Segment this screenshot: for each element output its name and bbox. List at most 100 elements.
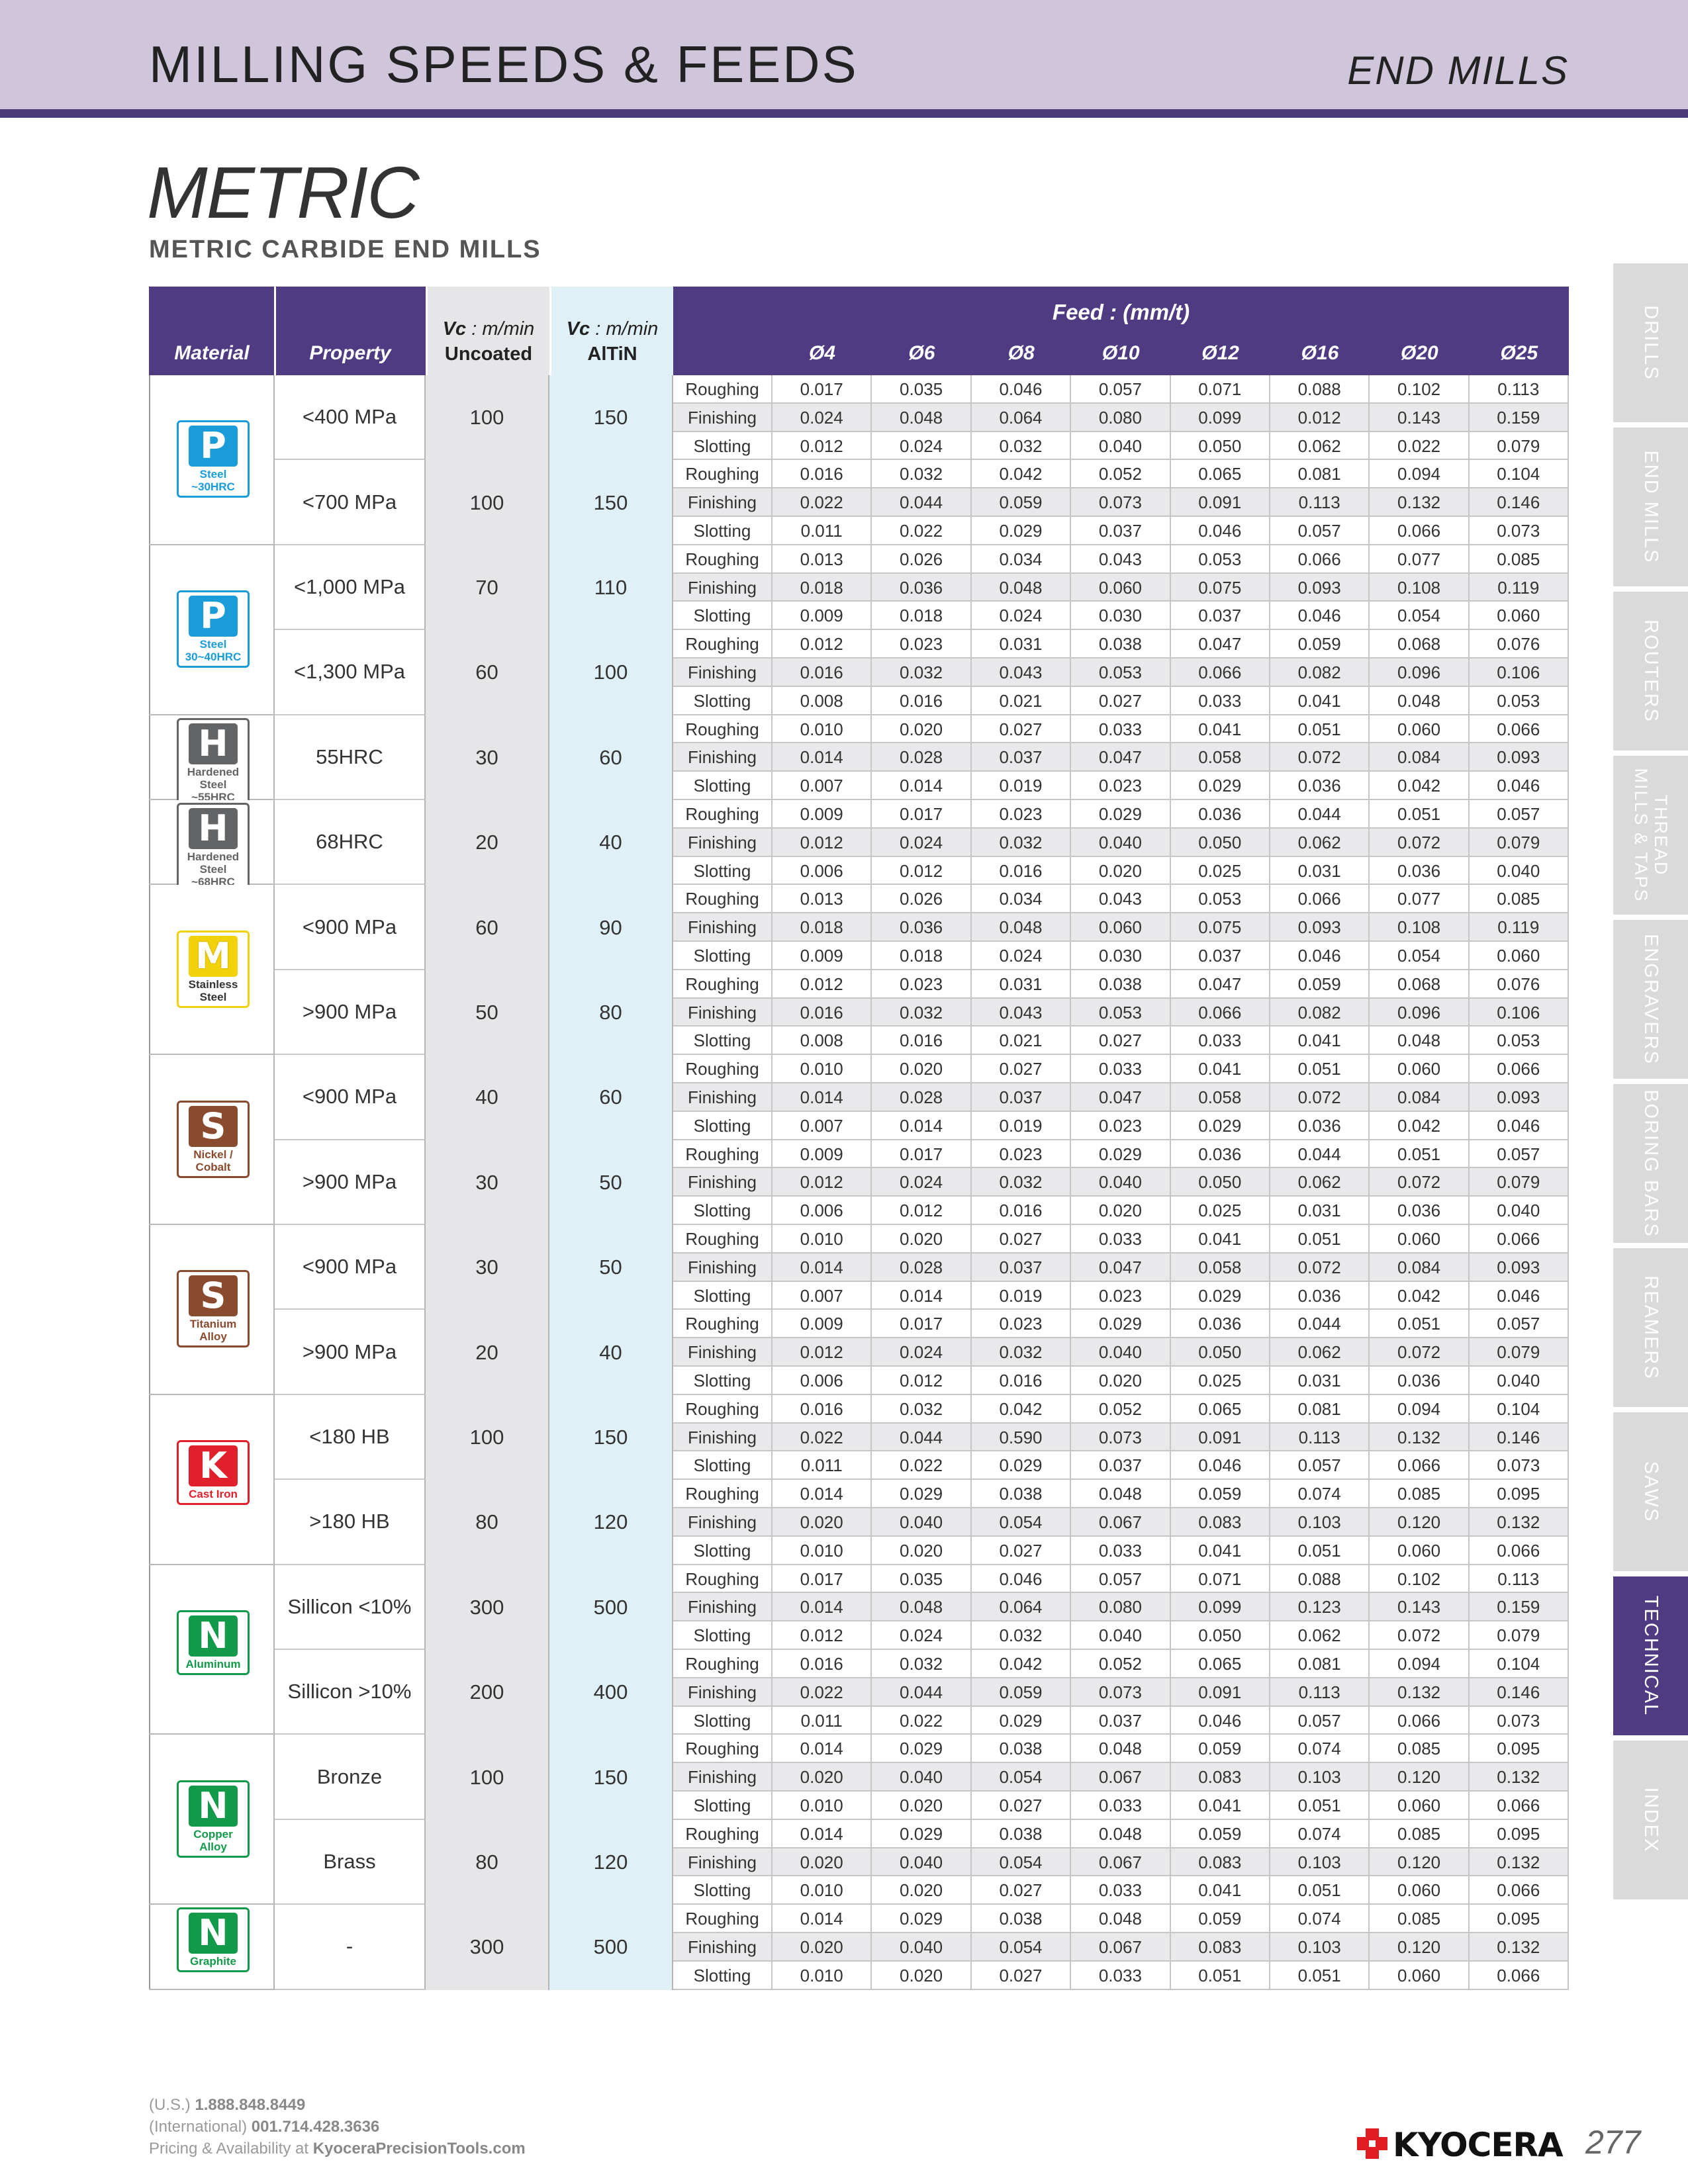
vc-altin-cell: 150 [549,375,673,461]
feed-value-cell: 0.019 [972,1281,1072,1309]
feed-value-cell: 0.032 [972,432,1072,459]
feed-value-cell: 0.066 [1370,1451,1470,1479]
n-graphite-badge-icon: N Graphite [177,1907,250,1973]
vc-uncoated-cell: 200 [426,1649,549,1735]
feed-value-cell: 0.059 [1171,1480,1270,1507]
table-row: Roughing 0.013 0.026 0.034 0.043 0.053 0.066 0.… [673,885,1569,914]
property-column-header: Property [309,342,391,364]
feed-value-cell: 0.066 [1370,1706,1470,1734]
table-row: Slotting 0.009 0.018 0.024 0.030 0.037 0.046 0.… [673,602,1569,631]
feed-value-cell: 0.071 [1171,1565,1270,1592]
side-tab-reamers[interactable]: REAMERS [1613,1248,1688,1407]
side-tab-label: BORING BARS [1640,1089,1662,1238]
feed-value-cell: 0.058 [1171,743,1270,771]
operation-cell: Slotting [673,856,773,884]
feed-value-cell: 0.022 [773,488,872,516]
side-tab-saws[interactable]: SAWS [1613,1412,1688,1571]
operation-cell: Roughing [673,375,773,402]
header-section-label: END MILLS [1347,48,1569,93]
table-row: Slotting 0.011 0.022 0.029 0.037 0.046 0.057 0.… [673,1706,1569,1735]
feed-value-cell: 0.048 [1370,1026,1470,1054]
operation-cell: Slotting [673,1961,773,1989]
feed-value-cell: 0.074 [1270,1735,1370,1762]
feed-value-cell: 0.067 [1071,1763,1171,1790]
us-prefix: (U.S.) [149,2096,191,2114]
feed-value-cell: 0.022 [773,1423,872,1451]
feed-value-cell: 0.059 [972,488,1072,516]
feed-value-cell: 0.051 [1270,715,1370,743]
property-block: >180 HB 80 120 Roughing 0.014 0.029 0.038 0.048… [275,1480,1569,1565]
feed-value-cell: 0.048 [872,403,972,431]
feed-value-cell: 0.033 [1171,1026,1270,1054]
material-cell: S Nickel / Cobalt [149,1055,275,1224]
feed-value-cell: 0.079 [1470,828,1569,856]
table-row: Slotting 0.012 0.024 0.032 0.040 0.050 0.062 0.… [673,432,1569,461]
feed-value-cell: 0.041 [1171,1536,1270,1564]
material-label: Aluminum [185,1657,241,1670]
feed-value-cell: 0.036 [1171,1140,1270,1167]
feed-value-cell: 0.037 [1171,941,1270,969]
operation-cell: Slotting [673,1876,773,1904]
property-cell: <1,000 MPa [275,545,426,631]
material-cell: S Titanium Alloy [149,1225,275,1394]
feed-value-cell: 0.076 [1470,630,1569,657]
material-label: Steel 30~40HRC [185,638,242,664]
feed-value-cell: 0.032 [972,828,1072,856]
side-tab-technical[interactable]: TECHNICAL [1613,1576,1688,1735]
operation-cell: Roughing [673,885,773,913]
feed-value-cell: 0.077 [1370,545,1470,572]
table-row: Slotting 0.010 0.020 0.027 0.033 0.041 0.051 0.… [673,1876,1569,1905]
material-cell: N Graphite [149,1905,275,1989]
feed-value-cell: 0.048 [972,573,1072,601]
material-letter: P [189,426,238,467]
feed-value-cell: 0.088 [1270,375,1370,402]
side-tab-engravers[interactable]: ENGRAVERS [1613,920,1688,1079]
material-letter: P [189,596,238,637]
p-steel-badge-icon: P Steel 30~40HRC [177,590,250,668]
operation-cell: Roughing [673,1225,773,1252]
vc-uncoated-cell: 50 [426,970,549,1056]
vc-unit: : m/min [595,318,659,340]
feed-value-cell: 0.012 [1270,403,1370,431]
vc-uncoated-cell: 30 [426,715,549,800]
feed-value-cell: 0.053 [1171,885,1270,913]
kyocera-logo: KYOCERA [1357,2124,1564,2164]
feed-value-cell: 0.083 [1171,1848,1270,1876]
feed-value-cell: 0.108 [1370,913,1470,940]
feed-value-cell: 0.018 [872,602,972,629]
side-tab-boring-bars[interactable]: BORING BARS [1613,1084,1688,1243]
table-row: Slotting 0.007 0.014 0.019 0.023 0.029 0.036 0.… [673,1281,1569,1310]
feed-value-cell: 0.034 [972,885,1072,913]
side-tab-routers[interactable]: ROUTERS [1613,592,1688,751]
feed-value-cell: 0.073 [1071,1678,1171,1706]
feed-value-cell: 0.040 [1071,1338,1171,1365]
feed-value-cell: 0.010 [773,1961,872,1989]
feed-value-cell: 0.036 [1270,1111,1370,1139]
pricing-prefix: Pricing & Availability at [149,2140,309,2158]
feed-value-cell: 0.091 [1171,1423,1270,1451]
feed-value-cell: 0.048 [1071,1819,1171,1847]
operation-cell: Finishing [673,913,773,940]
vc-altin-cell: 40 [549,800,673,886]
diameter-header: Ø4 [808,342,836,364]
side-tab-thread-mills-taps[interactable]: THREAD MILLS & TAPS [1613,756,1688,915]
vc-uncoated-cell: 30 [426,1140,549,1225]
feed-value-cell: 0.022 [1370,432,1470,459]
side-tab-index[interactable]: INDEX [1613,1741,1688,1899]
vc-uncoated-cell: 100 [426,460,549,545]
feed-value-cell: 0.017 [872,800,972,827]
feed-value-cell: 0.079 [1470,1621,1569,1649]
feed-value-cell: 0.036 [1370,856,1470,884]
table-row: Finishing 0.016 0.032 0.043 0.053 0.066 0.082 0… [673,998,1569,1027]
feed-value-cell: 0.066 [1270,885,1370,913]
website-link[interactable]: KyoceraPrecisionTools.com [313,2140,526,2158]
feed-value-cell: 0.019 [972,772,1072,799]
side-tab-drills[interactable]: DRILLS [1613,263,1688,422]
side-tab-end-mills[interactable]: END MILLS [1613,428,1688,586]
feed-value-cell: 0.046 [972,1565,1072,1592]
table-row: Finishing 0.020 0.040 0.054 0.067 0.083 0.103 0… [673,1508,1569,1537]
feed-value-cell: 0.023 [872,970,972,997]
material-column-header: Material [174,342,250,364]
feed-value-cell: 0.059 [1171,1735,1270,1762]
feed-value-cell: 0.042 [972,460,1072,488]
